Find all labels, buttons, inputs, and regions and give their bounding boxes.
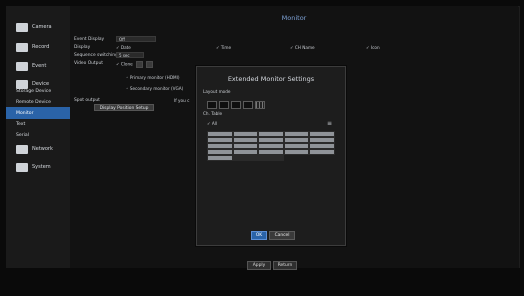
layout-grid-button[interactable]: [255, 101, 265, 109]
display-chname-checkbox[interactable]: ✓ CH Name: [290, 45, 315, 50]
event-display-label: Event Display: [74, 37, 105, 42]
layout-16-button[interactable]: [243, 101, 253, 109]
video-output-label: Video Output: [74, 61, 103, 66]
layout-1-button[interactable]: [207, 101, 217, 109]
record-icon: [16, 42, 28, 52]
display-icon-label: Icon: [370, 45, 380, 50]
video-output-clone[interactable]: ✓ Clone: [116, 61, 154, 68]
display-time-label: Time: [220, 45, 232, 50]
sidebar-item-label: Camera: [32, 24, 52, 30]
sidebar-item-label: Record: [32, 44, 50, 50]
clone-label: Clone: [120, 61, 133, 67]
menu-icon[interactable]: ≡: [327, 120, 332, 127]
table-cell[interactable]: [309, 149, 335, 155]
sidebar-item-system[interactable]: System: [6, 156, 70, 178]
dialog-title: Extended Monitor Settings: [227, 75, 315, 83]
secondary-monitor-label: Secondary monitor (VGA): [129, 86, 184, 91]
sequence-select[interactable]: 5 sec: [116, 52, 144, 58]
primary-monitor-label: Primary monitor (HDMI): [129, 75, 180, 80]
channel-table: [207, 131, 335, 161]
sidebar-item-label: System: [32, 164, 51, 170]
display-position-setup-button[interactable]: Display Position Setup: [94, 104, 154, 111]
layout-mode-label: Layout mode: [203, 89, 231, 94]
ch-table-label: Ch. Table: [203, 111, 223, 116]
spot-output-label: Spot output: [74, 98, 100, 103]
display-chname-label: CH Name: [294, 45, 315, 50]
all-label: All: [211, 121, 218, 126]
table-cell[interactable]: [232, 155, 259, 161]
clone-option-2[interactable]: [146, 61, 154, 68]
event-display-select[interactable]: Off: [116, 36, 156, 42]
secondary-monitor-radio[interactable]: ◦ Secondary monitor (VGA): [126, 86, 183, 91]
footer-bar: [0, 268, 524, 296]
sidebar-item-label: Event: [32, 63, 47, 69]
primary-monitor-radio[interactable]: ◦ Primary monitor (HDMI): [126, 75, 180, 80]
spot-output-note: If you c: [174, 98, 190, 103]
ok-button[interactable]: OK: [251, 231, 267, 240]
table-cell[interactable]: [283, 149, 310, 155]
event-icon: [16, 61, 28, 71]
camera-icon: [16, 22, 28, 32]
table-cell[interactable]: [207, 155, 233, 161]
layout-9-button[interactable]: [231, 101, 241, 109]
clone-option-1[interactable]: [136, 61, 144, 68]
display-date-label: Date: [120, 45, 131, 50]
page-title: Monitor: [281, 14, 307, 22]
sidebar-item-label: Network: [32, 146, 53, 152]
apply-button[interactable]: Apply: [247, 261, 271, 270]
cancel-button[interactable]: Cancel: [269, 231, 295, 240]
sidebar: Camera Record Event Device Storage Devic…: [6, 6, 71, 268]
system-icon: [16, 162, 28, 172]
network-icon: [16, 144, 28, 154]
extended-monitor-settings-dialog: Extended Monitor Settings Layout mode Ch…: [196, 66, 346, 246]
display-time-checkbox[interactable]: ✓ Time: [216, 45, 231, 50]
layout-4-button[interactable]: [219, 101, 229, 109]
table-cell[interactable]: [258, 155, 284, 161]
display-date-checkbox[interactable]: ✓ Date: [116, 45, 131, 50]
display-icon-checkbox[interactable]: ✓ Icon: [366, 45, 380, 50]
all-checkbox[interactable]: ✓ All: [207, 121, 217, 126]
sidebar-item-camera[interactable]: Camera: [6, 16, 70, 38]
display-label: Display: [74, 45, 91, 50]
return-button[interactable]: Return: [273, 261, 297, 270]
